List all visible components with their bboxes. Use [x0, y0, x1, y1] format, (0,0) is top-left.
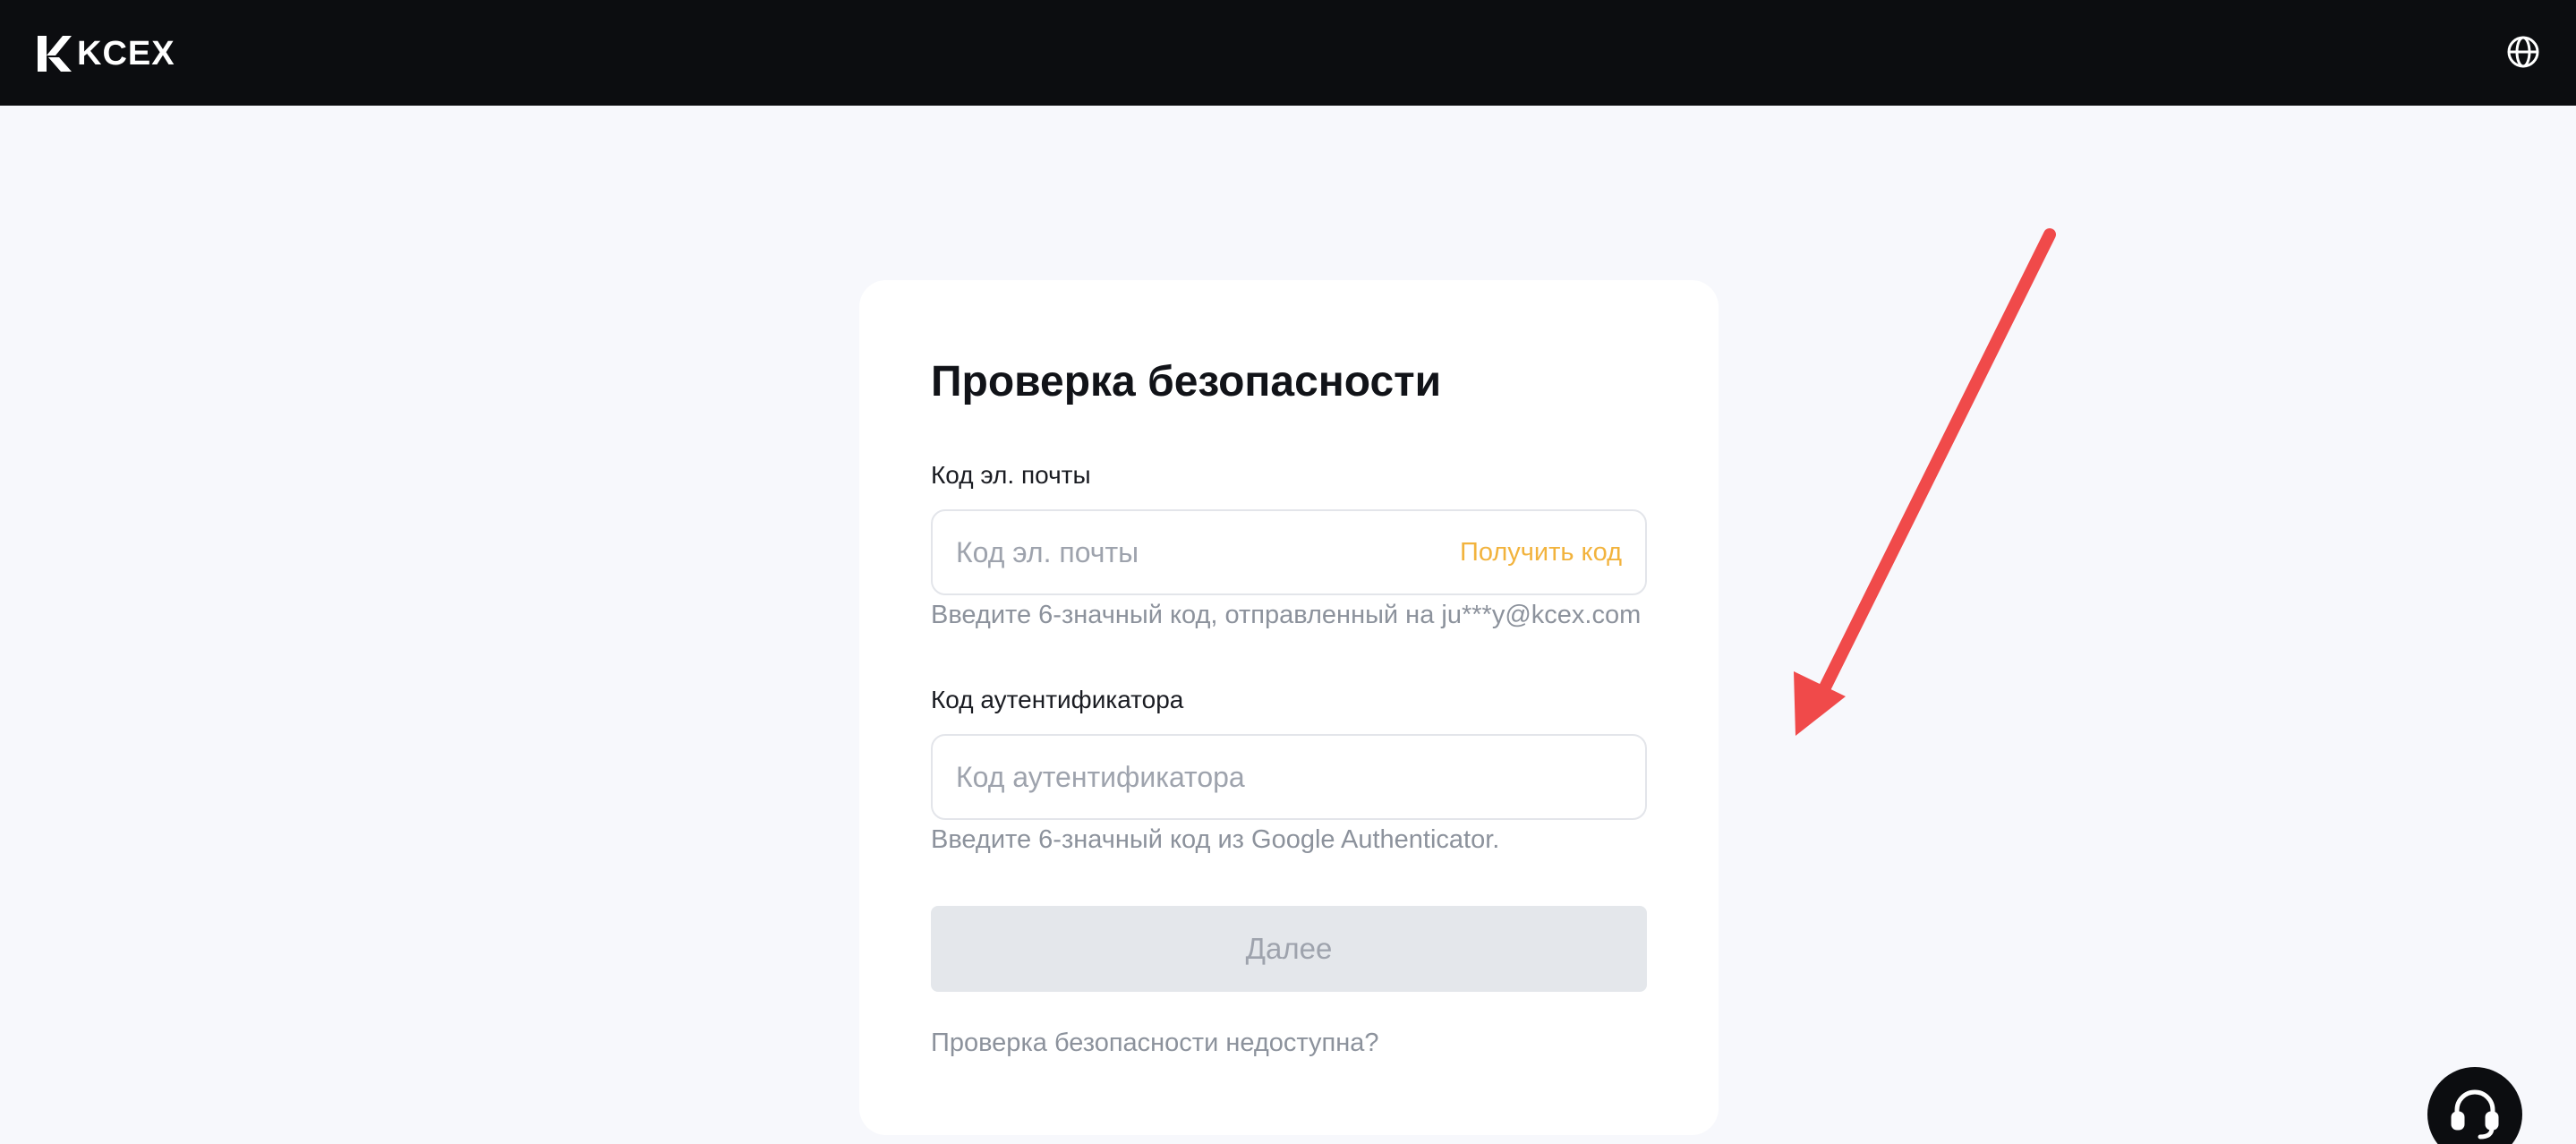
- authenticator-code-hint: Введите 6-значный код из Google Authenti…: [931, 825, 1500, 854]
- brand-name: KCEX: [77, 34, 175, 73]
- security-verification-card: Проверка безопасности Код эл. почты Полу…: [859, 280, 1719, 1135]
- authenticator-code-label: Код аутентификатора: [931, 686, 1184, 713]
- security-verification-unavailable-link[interactable]: Проверка безопасности недоступна?: [931, 1029, 1378, 1058]
- support-chat-button[interactable]: [2427, 1067, 2522, 1144]
- page-title: Проверка безопасности: [931, 358, 1442, 406]
- get-code-button[interactable]: Получить код: [1460, 538, 1622, 568]
- email-code-input[interactable]: [956, 511, 1457, 593]
- kcex-logo-icon: [38, 36, 72, 72]
- red-arrow-icon: [1794, 228, 2056, 736]
- kcex-logo[interactable]: KCEX: [34, 32, 175, 75]
- email-code-field-container: Получить код: [931, 509, 1647, 595]
- next-button[interactable]: Далее: [931, 906, 1647, 992]
- globe-icon[interactable]: [2505, 34, 2541, 70]
- top-navigation-bar: KCEX: [0, 0, 2576, 106]
- authenticator-code-input[interactable]: [956, 736, 1457, 818]
- authenticator-code-field-container: [931, 734, 1647, 820]
- email-code-label: Код эл. почты: [931, 461, 1091, 489]
- headset-icon: [2451, 1089, 2499, 1140]
- email-code-hint: Введите 6-значный код, отправленный на j…: [931, 601, 1642, 629]
